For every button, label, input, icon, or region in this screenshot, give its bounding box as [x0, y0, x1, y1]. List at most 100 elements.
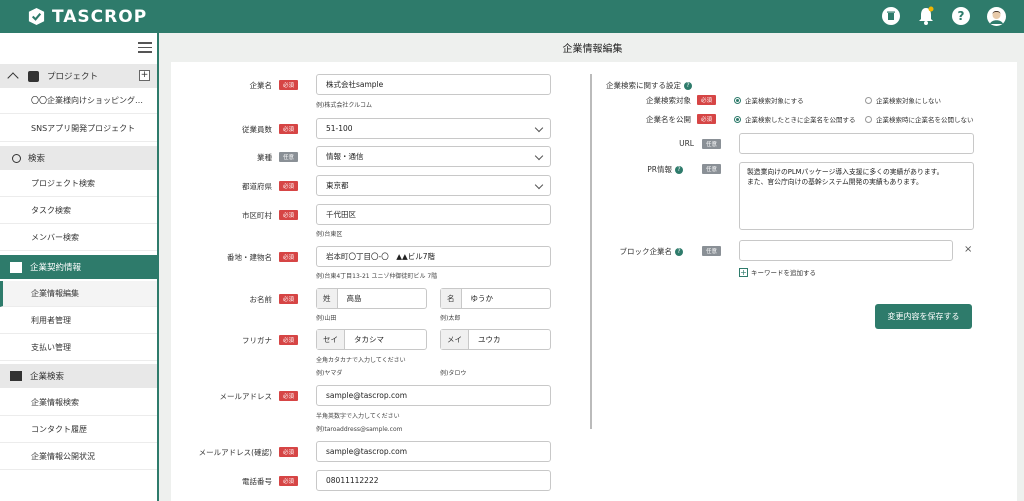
- radio-publish-name-on[interactable]: 企業検索したときに企業名を公開する: [734, 114, 856, 124]
- building-icon: [10, 261, 22, 273]
- sidebar-item-project-search[interactable]: プロジェクト検索: [0, 171, 157, 197]
- field-label: 都道府県: [242, 182, 272, 191]
- radio-publish-name-off[interactable]: 企業検索時に企業名を公開しない: [865, 114, 974, 124]
- company-name-input[interactable]: 株式会社sample: [316, 74, 551, 95]
- field-label: 業種: [257, 153, 272, 162]
- field-label: 電話番号: [242, 477, 272, 486]
- address-input[interactable]: 岩本町〇丁目〇-〇 ▲▲ビル7階: [316, 246, 551, 267]
- field-label: フリガナ: [242, 336, 272, 345]
- sidebar-item-user-management[interactable]: 利用者管理: [0, 308, 157, 334]
- required-badge: 必須: [279, 335, 299, 345]
- search-icon: [12, 153, 21, 163]
- required-badge: 必須: [279, 210, 299, 220]
- field-hint: 例)タロウ: [440, 370, 467, 377]
- sidebar-section-label: 企業契約情報: [30, 263, 82, 273]
- radio-search-target-on[interactable]: 企業検索対象にする: [734, 95, 804, 105]
- field-hint: 例)台東区: [316, 231, 343, 238]
- sidebar-item-member-search[interactable]: メンバー検索: [0, 225, 157, 251]
- field-hint: 例)株式会社クルコム: [316, 102, 373, 109]
- save-button[interactable]: 変更内容を保存する: [875, 304, 972, 329]
- close-icon[interactable]: ×: [964, 244, 972, 255]
- city-input[interactable]: 千代田区: [316, 204, 551, 225]
- sidebar-section-label: 企業検索: [30, 372, 65, 382]
- optional-badge: 任意: [702, 246, 722, 256]
- page-title: 企業情報編集: [161, 33, 1024, 61]
- pr-label: PR情報?: [647, 164, 683, 175]
- sidebar-item-project-2[interactable]: SNSアプリ開発プロジェクト: [0, 116, 157, 142]
- industry-select[interactable]: 情報・通信: [316, 146, 551, 167]
- last-name-input[interactable]: 姓 高島: [316, 288, 427, 309]
- plus-icon: +: [739, 267, 748, 277]
- last-name-kana-input[interactable]: セイ タカシマ: [316, 329, 427, 350]
- field-label: URL: [679, 139, 694, 148]
- prefecture-select[interactable]: 東京都: [316, 175, 551, 196]
- sidebar-item-payment[interactable]: 支払い管理: [0, 335, 157, 361]
- sidebar-item-task-search[interactable]: タスク検索: [0, 198, 157, 224]
- sidebar-item-company-search[interactable]: 企業情報検索: [0, 390, 157, 416]
- sidebar-section-project[interactable]: プロジェクト +: [0, 64, 157, 88]
- required-badge: 必須: [697, 114, 717, 124]
- menu-icon[interactable]: [138, 42, 152, 53]
- first-name-input[interactable]: 名 ゆうか: [440, 288, 551, 309]
- help-circle-icon[interactable]: ?: [675, 248, 683, 256]
- first-kana-value: ユウカ: [478, 335, 501, 344]
- first-name-kana-input[interactable]: メイ ユウカ: [440, 329, 551, 350]
- required-badge: 必須: [279, 476, 299, 486]
- sidebar-section-label: プロジェクト: [47, 72, 99, 82]
- field-hint: 例)ヤマダ: [316, 370, 343, 377]
- required-badge: 必須: [697, 95, 717, 105]
- sidebar-section-search[interactable]: 検索: [0, 146, 157, 170]
- app-title: TASCROP: [52, 6, 148, 27]
- search-settings-title: 企業検索に関する設定?: [606, 80, 692, 91]
- sidebar-section-label: 検索: [28, 154, 46, 164]
- help-circle-icon[interactable]: ?: [684, 82, 692, 90]
- optional-badge: 任意: [702, 164, 722, 174]
- email-confirm-input[interactable]: sample@tascrop.com: [316, 441, 551, 462]
- column-divider: [590, 74, 592, 429]
- block-company-input[interactable]: [739, 240, 953, 261]
- radio-search-target-off[interactable]: 企業検索対象にしない: [865, 95, 941, 105]
- company-search-icon: [10, 371, 22, 381]
- field-label: お名前: [249, 295, 273, 304]
- sidebar-item-contact-history[interactable]: コンタクト履歴: [0, 417, 157, 443]
- phone-input[interactable]: 08011112222: [316, 470, 551, 491]
- sidebar-section-company-search[interactable]: 企業検索: [0, 364, 157, 388]
- project-list-icon: [28, 70, 39, 82]
- sidebar-section-contract[interactable]: 企業契約情報: [0, 255, 157, 279]
- required-badge: 必須: [279, 252, 299, 262]
- field-label: 企業検索対象: [646, 96, 691, 105]
- field-hint: 半角英数字で入力してください: [316, 413, 400, 420]
- add-project-icon[interactable]: +: [139, 70, 150, 81]
- first-name-prefix: 名: [441, 289, 462, 308]
- field-hint: 例)taroaddress@sample.com: [316, 426, 403, 433]
- required-badge: 必須: [279, 294, 299, 304]
- trash-icon[interactable]: [881, 6, 901, 26]
- help-icon[interactable]: ?: [951, 6, 971, 26]
- optional-badge: 任意: [279, 152, 299, 162]
- required-badge: 必須: [279, 80, 299, 90]
- help-circle-icon[interactable]: ?: [675, 166, 683, 174]
- employees-select[interactable]: 51-100: [316, 118, 551, 139]
- required-badge: 必須: [279, 124, 299, 134]
- logo[interactable]: TASCROP: [27, 7, 147, 27]
- last-kana-prefix: セイ: [317, 330, 345, 349]
- url-input[interactable]: [739, 133, 974, 154]
- field-hint: 例)太郎: [440, 315, 461, 322]
- avatar[interactable]: [986, 6, 1006, 26]
- sidebar-item-project-1[interactable]: 〇〇企業様向けショッピング…: [0, 88, 157, 114]
- field-label: 企業名: [249, 81, 273, 90]
- last-name-prefix: 姓: [317, 289, 338, 308]
- field-label: 従業員数: [242, 125, 272, 134]
- last-kana-value: タカシマ: [354, 335, 384, 344]
- optional-badge: 任意: [702, 139, 722, 149]
- sidebar-item-company-edit[interactable]: 企業情報編集: [0, 281, 157, 307]
- sidebar-item-publish-status[interactable]: 企業情報公開状況: [0, 444, 157, 470]
- chevron-up-icon[interactable]: [7, 72, 19, 84]
- add-keyword-link[interactable]: + キーワードを追加する: [739, 267, 816, 277]
- first-name-value: ゆうか: [470, 294, 494, 303]
- email-input[interactable]: sample@tascrop.com: [316, 385, 551, 406]
- required-badge: 必須: [279, 181, 299, 191]
- field-hint: 例)山田: [316, 315, 337, 322]
- pr-textarea[interactable]: 製造業向けのPLMパッケージ導入支援に多くの実績があります。 また、官公庁向けの…: [739, 162, 974, 230]
- bell-icon[interactable]: [916, 6, 936, 26]
